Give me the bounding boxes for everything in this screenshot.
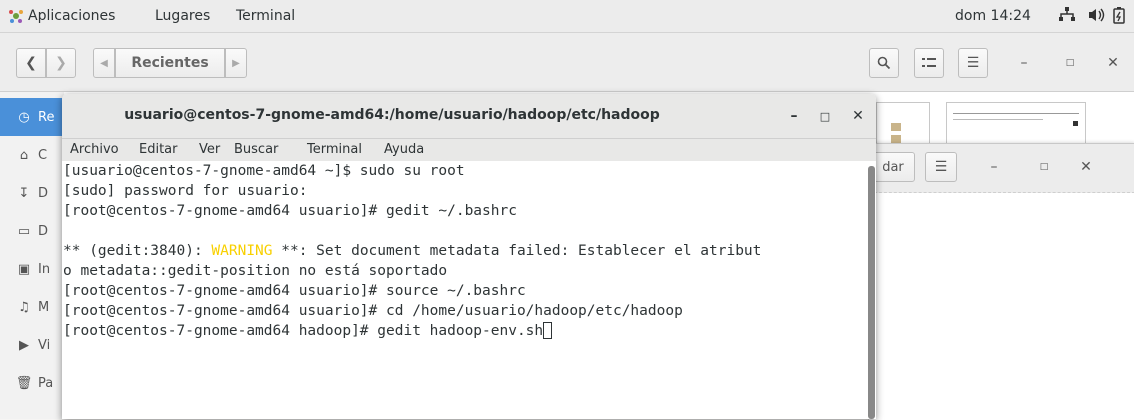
menu-button[interactable]: ☰ xyxy=(925,152,957,182)
menu-button[interactable]: ☰ xyxy=(958,48,988,78)
close-icon: ✕ xyxy=(1080,159,1092,175)
terminal-line: [usuario@centos-7-gnome-amd64 ~]$ sudo s… xyxy=(63,163,465,179)
location-recientes[interactable]: Recientes xyxy=(115,48,225,78)
sidebar-item-recent[interactable]: ◷ Re xyxy=(0,98,64,136)
chevron-right-icon: ❯ xyxy=(55,55,67,71)
terminal-line: [root@centos-7-gnome-amd64 hadoop]# gedi… xyxy=(63,321,867,341)
triangle-right-icon: ▶ xyxy=(232,57,240,69)
terminal-menu[interactable]: Terminal xyxy=(236,8,295,24)
terminal-menubar: Archivo Editar Ver Buscar Terminal Ayuda xyxy=(62,139,876,161)
path-right-button[interactable]: ▶ xyxy=(225,48,247,78)
terminal-close-button[interactable]: ✕ xyxy=(846,104,870,128)
minimize-icon: – xyxy=(790,108,798,124)
terminal-line: [sudo] password for usuario: xyxy=(63,183,308,199)
terminal-scrollbar[interactable] xyxy=(868,166,875,419)
sidebar-item-trash[interactable]: 🗑 Pa xyxy=(0,364,64,402)
second-files-window: dar ☰ – □ ✕ xyxy=(868,143,1134,420)
maximize-icon: □ xyxy=(1039,162,1049,172)
document-icon: ▭ xyxy=(17,223,31,239)
terminal-output[interactable]: [usuario@centos-7-gnome-amd64 ~]$ sudo s… xyxy=(62,161,867,419)
apps-menu-icon[interactable] xyxy=(8,8,24,28)
battery-icon[interactable] xyxy=(1113,7,1125,28)
music-icon: ♫ xyxy=(18,299,30,315)
close-button[interactable]: ✕ xyxy=(1076,157,1096,177)
sidebar-item-documents[interactable]: ▭ D xyxy=(0,212,64,250)
terminal-line: ** (gedit:3840): WARNING **: Set documen… xyxy=(63,243,762,259)
second-window-header: dar ☰ – □ ✕ xyxy=(869,144,1134,193)
terminal-window: usuario@centos-7-gnome-amd64:/home/usuar… xyxy=(62,94,876,419)
maximize-icon: □ xyxy=(819,109,831,123)
sidebar-item-videos[interactable]: ▶ Vi xyxy=(0,326,64,364)
partial-button[interactable]: dar xyxy=(871,152,915,182)
trash-icon: 🗑 xyxy=(15,375,33,391)
menu-buscar[interactable]: Buscar xyxy=(234,142,278,157)
triangle-left-icon: ◀ xyxy=(100,57,108,69)
apps-menu[interactable]: Aplicaciones xyxy=(28,8,115,24)
maximize-button[interactable]: □ xyxy=(1060,53,1080,73)
close-button[interactable]: ✕ xyxy=(1103,53,1123,73)
sidebar-item-music[interactable]: ♫ M xyxy=(0,288,64,326)
home-icon: ⌂ xyxy=(19,147,29,163)
menu-archivo[interactable]: Archivo xyxy=(70,142,119,157)
minimize-button[interactable]: – xyxy=(1014,53,1034,73)
volume-icon[interactable] xyxy=(1087,7,1105,27)
minimize-icon: – xyxy=(1020,55,1028,71)
download-icon: ↧ xyxy=(18,185,30,201)
chevron-left-icon: ❮ xyxy=(25,55,37,71)
terminal-titlebar[interactable]: usuario@centos-7-gnome-amd64:/home/usuar… xyxy=(62,94,876,139)
menu-ayuda[interactable]: Ayuda xyxy=(384,142,424,157)
terminal-line: o metadata::gedit-position no está sopor… xyxy=(63,263,448,279)
terminal-title: usuario@centos-7-gnome-amd64:/home/usuar… xyxy=(124,107,660,123)
maximize-icon: □ xyxy=(1065,58,1075,68)
list-view-icon xyxy=(922,58,936,67)
maximize-button[interactable]: □ xyxy=(1034,157,1054,177)
minimize-button[interactable]: – xyxy=(984,157,1004,177)
hamburger-icon: ☰ xyxy=(966,55,980,71)
sidebar-item-images[interactable]: ▣ In xyxy=(0,250,64,288)
forward-button[interactable]: ❯ xyxy=(46,48,76,78)
text-cursor xyxy=(543,322,553,339)
close-icon: ✕ xyxy=(1107,55,1119,71)
search-button[interactable] xyxy=(869,48,899,78)
terminal-maximize-button[interactable]: □ xyxy=(813,104,837,128)
menu-editar[interactable]: Editar xyxy=(139,142,178,157)
network-icon[interactable] xyxy=(1058,7,1076,27)
clock[interactable]: dom 14:24 xyxy=(955,8,1031,24)
search-icon xyxy=(877,56,891,70)
top-bar: Aplicaciones Lugares Terminal dom 14:24 xyxy=(0,0,1134,33)
terminal-minimize-button[interactable]: – xyxy=(782,104,806,128)
hamburger-icon: ☰ xyxy=(934,159,948,175)
menu-ver[interactable]: Ver xyxy=(199,142,220,157)
back-button[interactable]: ❮ xyxy=(16,48,46,78)
image-icon: ▣ xyxy=(17,261,31,277)
minimize-icon: – xyxy=(990,159,998,175)
terminal-line: [root@centos-7-gnome-amd64 usuario]# ged… xyxy=(63,203,517,219)
files-header-bar: ❮ ❯ ◀ Recientes ▶ ☰ – □ ✕ xyxy=(0,33,1134,92)
places-menu[interactable]: Lugares xyxy=(155,8,210,24)
view-toggle-button[interactable] xyxy=(914,48,944,78)
sidebar-item-downloads[interactable]: ↧ D xyxy=(0,174,64,212)
terminal-line: [root@centos-7-gnome-amd64 usuario]# sou… xyxy=(63,283,526,299)
terminal-line: [root@centos-7-gnome-amd64 usuario]# cd … xyxy=(63,303,683,319)
video-icon: ▶ xyxy=(19,337,29,353)
recent-icon: ◷ xyxy=(18,109,30,125)
close-icon: ✕ xyxy=(852,108,864,124)
places-sidebar: ◷ Re ⌂ C ↧ D ▭ D ▣ In ♫ M ▶ Vi 🗑 Pa xyxy=(0,92,64,419)
warning-label: WARNING xyxy=(211,243,273,259)
menu-terminal[interactable]: Terminal xyxy=(307,142,362,157)
sidebar-item-home[interactable]: ⌂ C xyxy=(0,136,64,174)
terminal-line: ​ xyxy=(63,221,867,241)
path-left-button[interactable]: ◀ xyxy=(93,48,115,78)
